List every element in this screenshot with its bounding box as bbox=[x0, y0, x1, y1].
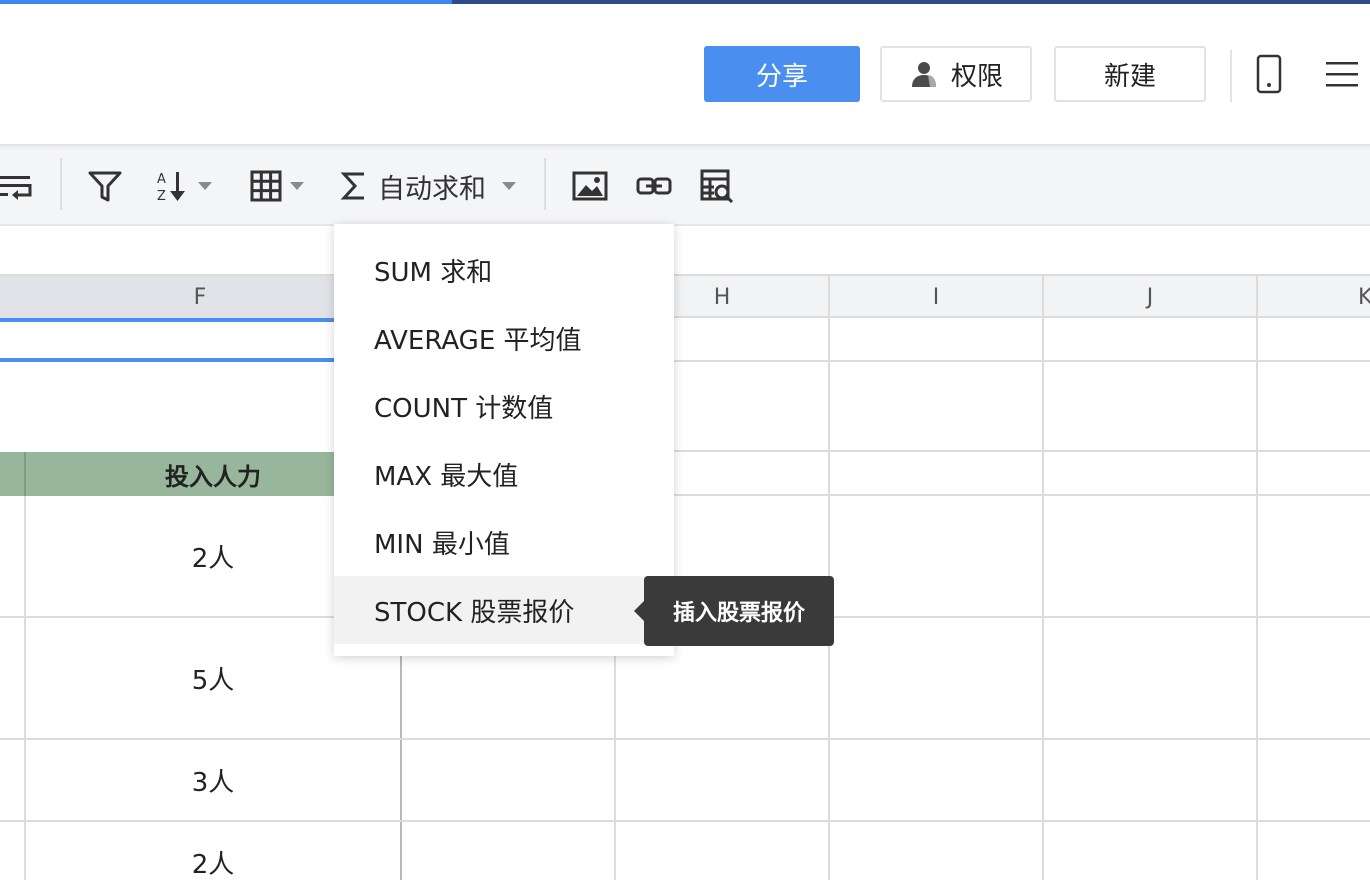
new-button[interactable]: 新建 bbox=[1054, 46, 1206, 102]
sort-az-icon: A Z bbox=[157, 172, 185, 203]
menu-item-label: MAX 最大值 bbox=[374, 461, 519, 492]
menu-item-label: COUNT 计数值 bbox=[374, 393, 554, 424]
insert-image-button[interactable] bbox=[572, 166, 608, 206]
permission-button[interactable]: 权限 bbox=[880, 46, 1032, 102]
wrap-text-button[interactable] bbox=[0, 166, 34, 206]
column-header-j[interactable]: J bbox=[1044, 276, 1258, 318]
autosum-button[interactable]: 自动求和 bbox=[340, 166, 516, 206]
toolbar-separator bbox=[544, 158, 546, 210]
table-cell[interactable]: 3人 bbox=[26, 740, 400, 820]
stock-tooltip: 插入股票报价 bbox=[644, 576, 834, 646]
filter-button[interactable] bbox=[88, 166, 122, 206]
chevron-down-icon bbox=[502, 182, 516, 190]
share-button[interactable]: 分享 bbox=[704, 46, 860, 102]
insert-link-button[interactable] bbox=[636, 166, 672, 206]
person-icon bbox=[911, 62, 936, 87]
share-button-label: 分享 bbox=[755, 61, 808, 92]
menu-item-label: STOCK 股票报价 bbox=[374, 597, 575, 628]
menu-item-stock[interactable]: STOCK 股票报价 bbox=[334, 576, 674, 644]
toolbar-separator bbox=[60, 158, 62, 210]
table-search-icon bbox=[700, 169, 734, 203]
svg-text:A: A bbox=[157, 172, 166, 187]
mobile-preview-icon[interactable] bbox=[1252, 54, 1288, 94]
tooltip-text: 插入股票报价 bbox=[672, 601, 805, 626]
column-letter: K bbox=[1358, 284, 1370, 310]
new-button-label: 新建 bbox=[1103, 61, 1156, 92]
autosum-label: 自动求和 bbox=[378, 173, 486, 205]
chevron-down-icon bbox=[198, 182, 212, 190]
column-letter: H bbox=[713, 284, 731, 310]
wrap-text-icon bbox=[0, 176, 32, 200]
selection-border-top bbox=[0, 318, 334, 322]
border-grid-icon bbox=[250, 170, 282, 202]
autosum-dropdown-menu: SUM 求和 AVERAGE 平均值 COUNT 计数值 MAX 最大值 MIN… bbox=[334, 224, 674, 656]
top-header: 分享 权限 新建 bbox=[0, 4, 1370, 144]
column-header-row: F G H I J K bbox=[0, 274, 1370, 318]
permission-button-label: 权限 bbox=[950, 61, 1003, 92]
menu-item-label: SUM 求和 bbox=[374, 257, 493, 288]
column-letter: F bbox=[193, 284, 207, 310]
column-letter: J bbox=[1146, 284, 1154, 310]
menu-item-sum[interactable]: SUM 求和 bbox=[334, 236, 674, 304]
table-search-button[interactable] bbox=[700, 166, 736, 206]
border-button[interactable] bbox=[250, 166, 304, 206]
menu-icon[interactable] bbox=[1324, 54, 1360, 94]
selection-border-bottom bbox=[0, 358, 334, 362]
grid-line bbox=[1256, 318, 1258, 880]
chevron-down-icon bbox=[290, 182, 304, 190]
filter-icon bbox=[88, 171, 122, 202]
sort-button[interactable]: A Z bbox=[156, 166, 212, 206]
menu-item-min[interactable]: MIN 最小值 bbox=[334, 508, 674, 576]
grid-line bbox=[1042, 318, 1044, 880]
column-letter: I bbox=[932, 284, 940, 310]
formatting-toolbar: A Z 自动求和 bbox=[0, 144, 1370, 226]
spreadsheet-grid[interactable]: F G H I J K 投入人力 2人 5人 3人 2人 bbox=[0, 226, 1370, 880]
menu-item-label: AVERAGE 平均值 bbox=[374, 325, 582, 356]
link-icon bbox=[636, 177, 672, 195]
svg-text:Z: Z bbox=[157, 189, 166, 203]
sigma-icon bbox=[340, 172, 364, 200]
menu-item-count[interactable]: COUNT 计数值 bbox=[334, 372, 674, 440]
column-header-k[interactable]: K bbox=[1258, 276, 1370, 318]
column-header-i[interactable]: I bbox=[830, 276, 1044, 318]
menu-item-label: MIN 最小值 bbox=[374, 529, 510, 560]
table-cell[interactable]: 2人 bbox=[26, 822, 400, 880]
header-divider bbox=[1230, 50, 1232, 102]
menu-item-max[interactable]: MAX 最大值 bbox=[334, 440, 674, 508]
tooltip-arrow bbox=[634, 601, 644, 621]
menu-item-average[interactable]: AVERAGE 平均值 bbox=[334, 304, 674, 372]
image-icon bbox=[572, 171, 608, 201]
